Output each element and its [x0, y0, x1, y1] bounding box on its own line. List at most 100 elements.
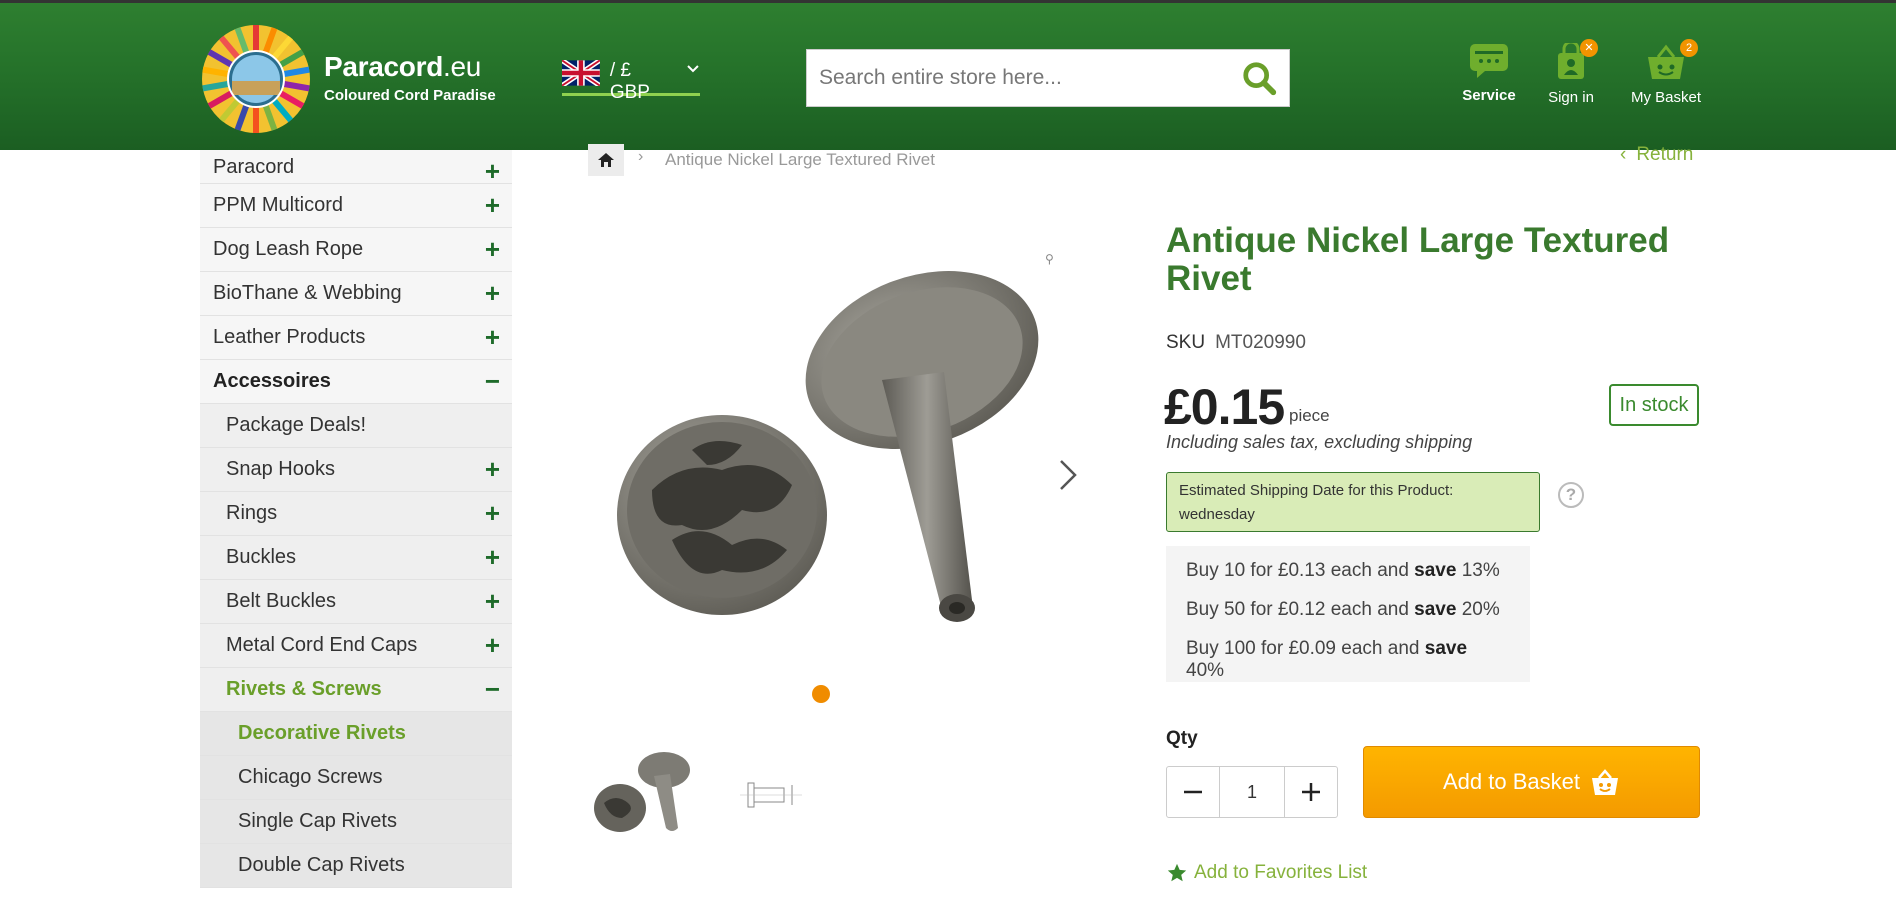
favorites-label: Add to Favorites List [1194, 862, 1368, 883]
logo-text[interactable]: Paracord.eu Coloured Cord Paradise [324, 51, 496, 104]
breadcrumb-home[interactable] [588, 144, 624, 176]
search-box [806, 49, 1290, 107]
expand-icon[interactable]: + [485, 500, 500, 526]
tier-pricing: Buy 10 for £0.13 each and save 13% Buy 5… [1166, 546, 1530, 682]
expand-icon[interactable]: + [485, 588, 500, 614]
sku-value: MT020990 [1215, 332, 1306, 353]
sidebar-item-belt-buckles[interactable]: Belt Buckles + [200, 580, 512, 624]
sidebar-item-accessoires[interactable]: Accessoires − [200, 360, 512, 404]
expand-icon[interactable]: + [485, 632, 500, 658]
sidebar-item-buckles[interactable]: Buckles + [200, 536, 512, 580]
expand-icon[interactable]: + [485, 544, 500, 570]
sidebar-item-biothane[interactable]: BioThane & Webbing + [200, 272, 512, 316]
star-icon [1167, 863, 1187, 882]
tier-pct: 40% [1186, 660, 1225, 681]
sidebar-item-label: BioThane & Webbing [213, 282, 402, 304]
increase-qty-button[interactable] [1285, 767, 1337, 817]
expand-icon[interactable]: + [485, 280, 500, 306]
sidebar-item-label: Rings [226, 502, 278, 524]
logo-icon[interactable] [200, 23, 312, 135]
sidebar-item-decorative-rivets[interactable]: Decorative Rivets [200, 712, 512, 756]
collapse-icon[interactable]: − [485, 368, 500, 394]
gallery-dot-active[interactable] [812, 685, 830, 703]
sidebar-item-chicago-screws[interactable]: Chicago Screws [200, 756, 512, 800]
tier-text: Buy 10 for £0.13 each and [1186, 560, 1409, 581]
sidebar-item-label: Accessoires [213, 370, 331, 392]
sidebar-item-label: Metal Cord End Caps [226, 634, 418, 656]
sidebar-item-dog-leash-rope[interactable]: Dog Leash Rope + [200, 228, 512, 272]
sidebar-item-label: Leather Products [213, 326, 366, 348]
decrease-qty-button[interactable] [1167, 767, 1219, 817]
qty-label: Qty [1166, 728, 1198, 749]
product-image[interactable] [612, 270, 1042, 660]
sidebar-item-label: PPM Multicord [213, 194, 344, 216]
logo-title-main: Paracord [324, 51, 443, 82]
basket-icon [1591, 769, 1618, 795]
sidebar-item-paracord[interactable]: Paracord + [200, 150, 512, 184]
expand-icon[interactable]: + [485, 456, 500, 482]
expand-icon[interactable]: + [485, 158, 500, 184]
site-header: Paracord.eu Coloured Cord Paradise / £ G… [0, 0, 1896, 150]
sidebar-item-label: Double Cap Rivets [238, 854, 405, 876]
search-input[interactable] [807, 50, 1227, 106]
chevron-left-icon: ‹ [1620, 144, 1627, 165]
sidebar-item-label: Belt Buckles [226, 590, 337, 612]
tax-note: Including sales tax, excluding shipping [1166, 432, 1473, 452]
sidebar-item-rivets-screws[interactable]: Rivets & Screws − [200, 668, 512, 712]
zoom-icon[interactable]: ⚲ [1045, 252, 1054, 266]
currency-label: / £ GBP [609, 60, 650, 103]
sidebar-item-leather[interactable]: Leather Products + [200, 316, 512, 360]
expand-icon[interactable]: + [485, 236, 500, 262]
basket-link[interactable]: 2 My Basket [1630, 39, 1702, 106]
sidebar-item-metal-cord-end-caps[interactable]: Metal Cord End Caps + [200, 624, 512, 668]
tier-save: save [1414, 560, 1457, 581]
add-to-basket-label: Add to Basket [1443, 769, 1580, 794]
help-icon[interactable]: ? [1558, 482, 1584, 508]
tier-save: save [1424, 638, 1468, 659]
tier-text: Buy 100 for £0.09 each and [1186, 638, 1420, 659]
chevron-right-icon[interactable] [1057, 458, 1079, 492]
thumbnail-diagram[interactable] [736, 775, 806, 815]
logo-title-suffix: .eu [443, 51, 482, 82]
thumbnail-rivet[interactable] [592, 748, 692, 838]
tier-row: Buy 10 for £0.13 each and save 13% [1186, 560, 1510, 599]
tier-row: Buy 50 for £0.12 each and save 20% [1186, 599, 1510, 638]
category-sidebar: Paracord + PPM Multicord + Dog Leash Rope +… [200, 150, 512, 888]
tier-pct: 20% [1461, 599, 1500, 620]
qty-input[interactable]: 1 [1219, 767, 1285, 817]
breadcrumb-chevron-icon: › [638, 148, 644, 165]
service-label: Service [1462, 87, 1516, 104]
add-to-basket-button[interactable]: Add to Basket [1363, 746, 1700, 818]
expand-icon[interactable]: + [485, 324, 500, 350]
add-to-favorites-link[interactable]: Add to Favorites List [1166, 862, 1367, 884]
minus-icon [1184, 790, 1202, 794]
sidebar-item-single-cap-rivets[interactable]: Single Cap Rivets [200, 800, 512, 844]
collapse-icon[interactable]: − [485, 676, 500, 702]
return-link[interactable]: ‹ Return [1620, 144, 1693, 166]
tier-row: Buy 100 for £0.09 each and save 40% [1186, 638, 1510, 681]
stock-badge: In stock [1609, 384, 1699, 426]
currency-selector[interactable]: / £ GBP [562, 60, 700, 103]
sidebar-item-snap-hooks[interactable]: Snap Hooks + [200, 448, 512, 492]
sidebar-item-label: Dog Leash Rope [213, 238, 364, 260]
sidebar-item-label: Rivets & Screws [226, 678, 382, 700]
sidebar-item-double-cap-rivets[interactable]: Double Cap Rivets [200, 844, 512, 888]
return-label: Return [1636, 144, 1694, 165]
chat-icon [1470, 44, 1508, 78]
sidebar-item-label: Single Cap Rivets [238, 810, 397, 832]
signin-label: Sign in [1548, 89, 1594, 106]
service-link[interactable]: Service [1462, 43, 1516, 104]
basket-count-badge: 2 [1680, 39, 1698, 57]
sku-label: SKU [1166, 332, 1206, 353]
sidebar-item-label: Package Deals! [226, 414, 367, 436]
search-icon[interactable] [1241, 60, 1279, 98]
sidebar-item-ppm-multicord[interactable]: PPM Multicord + [200, 184, 512, 228]
plus-icon [1302, 783, 1320, 801]
signin-link[interactable]: ✕ Sign in [1546, 39, 1598, 106]
sidebar-item-rings[interactable]: Rings + [200, 492, 512, 536]
sku: SKU MT020990 [1166, 332, 1306, 354]
close-icon: ✕ [1580, 39, 1598, 57]
logo-subtitle: Coloured Cord Paradise [324, 87, 496, 104]
expand-icon[interactable]: + [485, 192, 500, 218]
sidebar-item-package-deals[interactable]: Package Deals! [200, 404, 512, 448]
